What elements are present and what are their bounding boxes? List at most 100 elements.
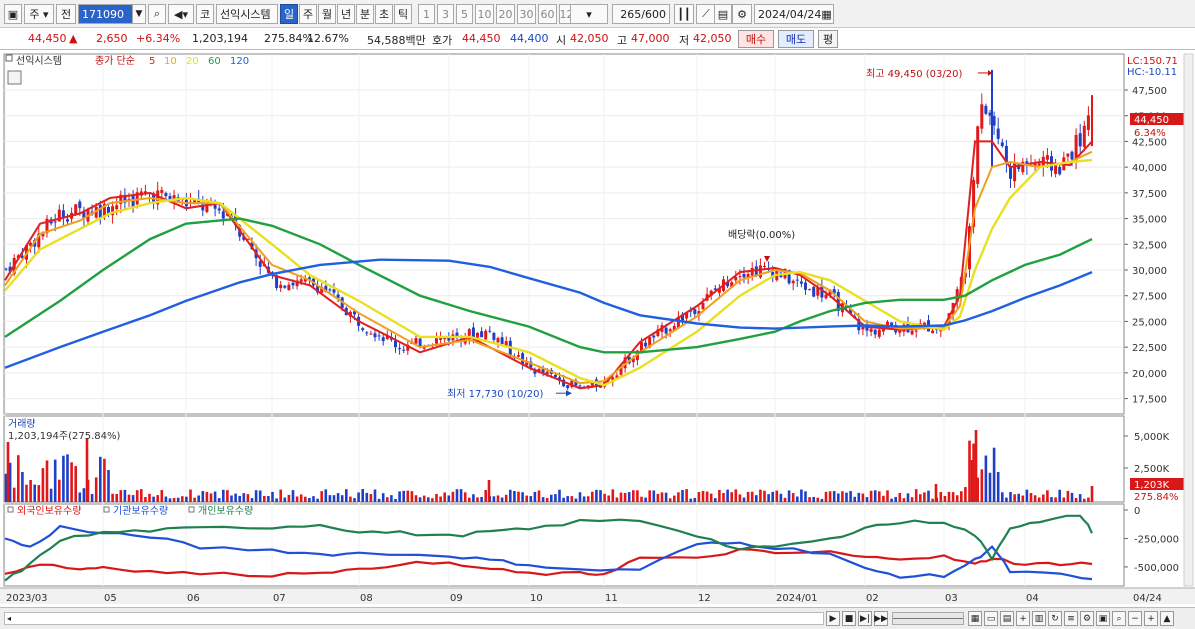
holding-legend-box: [188, 506, 195, 513]
table-icon[interactable]: ▥: [1032, 611, 1046, 626]
volume-bar: [181, 496, 184, 502]
save-icon[interactable]: ▤: [714, 4, 732, 24]
volume-bar: [402, 490, 405, 502]
volume-current-percent: 275.84%: [1134, 492, 1179, 503]
period-tab-6[interactable]: 틱: [394, 4, 412, 24]
candle-body: [738, 276, 742, 278]
calculator-icon[interactable]: [7, 70, 22, 85]
volume-bar: [468, 497, 471, 502]
toolbar: ▣ 주 ▾ 전 171090 ▼ ⌕ ◀▾ 코 선익시스템 일주월년분초틱 13…: [0, 0, 1195, 28]
volume-bar: [90, 493, 94, 502]
interval-button-5[interactable]: 5: [456, 4, 473, 24]
search-icon[interactable]: ⌕: [148, 4, 166, 24]
vertical-scrollbar[interactable]: [1183, 53, 1194, 587]
kospi-button[interactable]: 코: [196, 4, 214, 24]
candle-body: [1000, 142, 1004, 147]
sell-button[interactable]: 매도: [778, 30, 814, 48]
window-icon[interactable]: ▣: [4, 4, 22, 24]
stock-chart[interactable]: 47,50045,00042,50040,00037,50035,00032,5…: [0, 50, 1195, 605]
zoom-slider[interactable]: [892, 612, 964, 625]
interval-button-60[interactable]: 60: [538, 4, 557, 24]
speaker-icon[interactable]: ◀▾: [168, 4, 194, 24]
fast-forward-icon[interactable]: ▶▶: [874, 611, 888, 626]
volume-bar: [33, 484, 36, 502]
x-axis-label: 09: [450, 593, 463, 604]
chart-canvas[interactable]: 47,50045,00042,50040,00037,50035,00032,5…: [0, 50, 1195, 605]
candle-body: [394, 340, 397, 348]
count-total: /600: [641, 7, 666, 21]
volume-bar: [271, 491, 274, 502]
refresh-icon[interactable]: ↻: [1048, 611, 1062, 626]
candle-body: [373, 333, 377, 338]
period-tab-5[interactable]: 초: [375, 4, 393, 24]
volume-bar: [648, 490, 651, 502]
grid-icon[interactable]: ▦: [968, 611, 982, 626]
buy-button[interactable]: 매수: [738, 30, 774, 48]
zoom-search-icon[interactable]: ⌕: [1112, 611, 1126, 626]
prev-button[interactable]: 전: [56, 4, 76, 24]
candle-type-icon[interactable]: ┃┃: [674, 4, 694, 24]
list-icon[interactable]: ≡: [1064, 611, 1078, 626]
date-picker[interactable]: 2024/04/24 ▦: [754, 4, 834, 24]
gear-icon[interactable]: ⚙: [732, 4, 752, 24]
volume-bar: [955, 495, 959, 502]
custom-interval-select[interactable]: ▾: [570, 4, 608, 24]
crosshair-icon[interactable]: +: [1016, 611, 1030, 626]
candle-body: [1086, 115, 1090, 131]
volume-value-label: 1,203,194주(275.84%): [8, 431, 120, 442]
interval-button-20[interactable]: 20: [496, 4, 515, 24]
volume-bar: [611, 489, 615, 502]
full-screen-icon[interactable]: ▭: [984, 611, 998, 626]
candle-body: [664, 327, 668, 334]
interval-button-10[interactable]: 10: [475, 4, 494, 24]
legend-ma-20: 20: [186, 56, 199, 67]
scroll-up-icon[interactable]: ▲: [1160, 611, 1174, 626]
volume-bar: [41, 468, 45, 502]
x-axis-label: 05: [104, 593, 117, 604]
eval-button[interactable]: 평: [818, 30, 838, 48]
layout-icon[interactable]: ▤: [1000, 611, 1014, 626]
volume-bar: [853, 496, 856, 502]
volume-bar: [1009, 491, 1012, 502]
line-tool-icon[interactable]: ⟋: [696, 4, 716, 24]
zoom-out-icon[interactable]: −: [1128, 611, 1142, 626]
volume-bar: [906, 493, 910, 502]
candle-body: [804, 282, 807, 290]
view-icon[interactable]: ▣: [1096, 611, 1110, 626]
stop-icon[interactable]: ■: [842, 611, 856, 626]
stock-name-field[interactable]: 선익시스템: [216, 4, 278, 24]
count-field[interactable]: 265/600: [612, 4, 670, 24]
candle-body: [812, 286, 816, 297]
volume-bar: [951, 492, 955, 502]
scroll-left-icon[interactable]: ◂: [7, 614, 11, 623]
period-tab-0[interactable]: 일: [280, 4, 298, 24]
volume-bar: [738, 494, 742, 502]
volume-bar: [869, 490, 873, 502]
volume-bar: [504, 494, 508, 502]
settings-icon[interactable]: ⚙: [1080, 611, 1094, 626]
candle-body: [742, 273, 746, 278]
period-tab-4[interactable]: 분: [356, 4, 374, 24]
market-type-select[interactable]: 주 ▾: [24, 4, 54, 24]
candle-body: [115, 205, 119, 210]
volume-bar: [463, 492, 467, 502]
candle-body: [795, 279, 799, 281]
code-dropdown-icon[interactable]: ▼: [132, 4, 146, 24]
zoom-in-icon[interactable]: +: [1144, 611, 1158, 626]
price-tick-label: 35,000: [1132, 215, 1167, 226]
volume-bar: [164, 496, 168, 502]
volume-bar: [558, 489, 561, 502]
period-tab-1[interactable]: 주: [299, 4, 317, 24]
scroll-right-icon[interactable]: ▶: [826, 611, 840, 626]
interval-button-3[interactable]: 3: [437, 4, 454, 24]
interval-button-30[interactable]: 30: [517, 4, 536, 24]
interval-button-1[interactable]: 1: [418, 4, 435, 24]
candle-body: [414, 338, 418, 344]
step-forward-icon[interactable]: ▶|: [858, 611, 872, 626]
period-tab-2[interactable]: 월: [318, 4, 336, 24]
candle-body: [74, 204, 78, 215]
volume-bar: [919, 494, 922, 502]
period-tab-3[interactable]: 년: [337, 4, 355, 24]
candle-body: [763, 265, 766, 267]
horizontal-scrollbar[interactable]: ◂: [4, 612, 824, 625]
